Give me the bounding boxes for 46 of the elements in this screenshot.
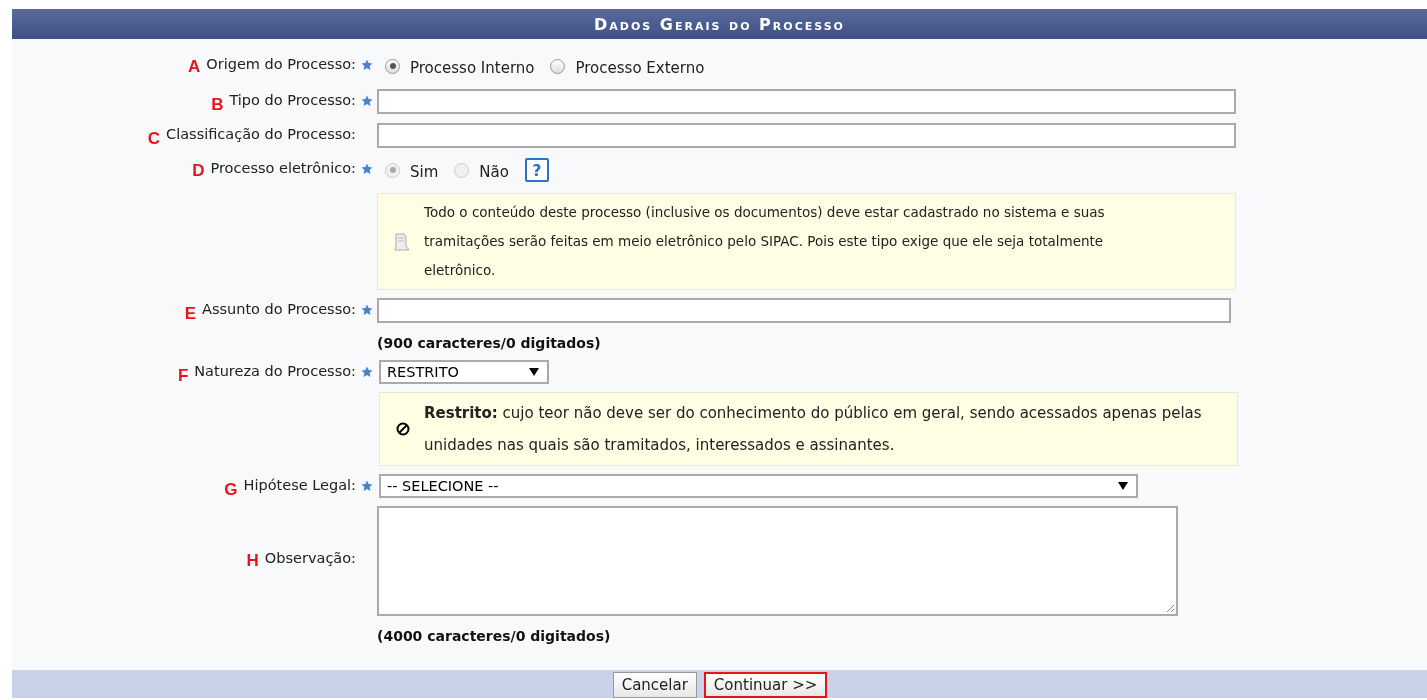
field-label: Tipo do Processo: xyxy=(229,92,356,108)
field-label: Classificação do Processo: xyxy=(166,126,356,142)
select-dropdown[interactable]: RESTRITO xyxy=(379,360,549,384)
step-marker: B xyxy=(211,96,224,113)
field-label: Origem do Processo: xyxy=(206,56,356,72)
step-marker: A xyxy=(188,58,201,75)
field-label: Processo eletrônico: xyxy=(210,160,356,176)
field-label: Natureza do Processo: xyxy=(194,363,356,379)
form-button[interactable]: Continuar >> xyxy=(703,672,828,698)
caret-icon xyxy=(1118,482,1128,490)
required-star-icon xyxy=(360,95,373,107)
step-marker: H xyxy=(246,552,259,569)
step-marker: D xyxy=(192,162,205,179)
required-star-icon xyxy=(360,59,373,71)
radio-label: Não xyxy=(479,163,509,181)
text-input[interactable] xyxy=(377,89,1236,114)
section-header: Dados Gerais do Processo xyxy=(12,9,1427,39)
step-marker: C xyxy=(147,130,161,147)
forbidden-icon xyxy=(396,422,410,436)
textarea-field[interactable] xyxy=(377,506,1178,616)
radio-label: Sim xyxy=(410,163,439,181)
radio-button[interactable] xyxy=(550,58,566,74)
character-counter: (900 caracteres/0 digitados) xyxy=(377,335,602,351)
required-star-icon xyxy=(360,480,373,492)
required-star-icon xyxy=(360,163,373,175)
note-text: Todo o conteúdo deste processo (inclusive os documentos) deve estar cadastrado no sistema e suas tramitações serão feitas em meio eletrônico pelo SIPAC. Pois este tipo exige que ele seja totalmente eletrônico. xyxy=(424,203,1106,280)
resize-grip-icon xyxy=(1165,603,1175,613)
text-input[interactable] xyxy=(377,298,1231,323)
radio-label: Processo Interno xyxy=(410,59,535,77)
step-marker: G xyxy=(224,481,238,498)
select-dropdown[interactable]: -- SELECIONE -- xyxy=(379,474,1138,498)
note-text: Restrito: cujo teor não deve ser do conhecimento do público em geral, sendo acessados apenas pelas unidades nas quais são tramitados, interessados e assinantes. xyxy=(424,403,1203,456)
field-label: Observação: xyxy=(264,550,356,566)
field-label: Hipótese Legal: xyxy=(243,477,356,493)
radio-label: Processo Externo xyxy=(575,59,705,77)
document-icon xyxy=(392,231,410,252)
required-star-icon xyxy=(360,366,373,378)
form-button[interactable]: Cancelar xyxy=(612,672,697,698)
character-counter: (4000 caracteres/0 digitados) xyxy=(377,628,612,644)
text-input[interactable] xyxy=(377,123,1236,148)
field-label: Assunto do Processo: xyxy=(201,301,356,317)
radio-button[interactable] xyxy=(385,58,400,74)
step-marker: E xyxy=(184,305,196,322)
caret-icon xyxy=(529,368,539,376)
required-star-icon xyxy=(360,304,373,316)
step-marker: F xyxy=(177,367,189,384)
